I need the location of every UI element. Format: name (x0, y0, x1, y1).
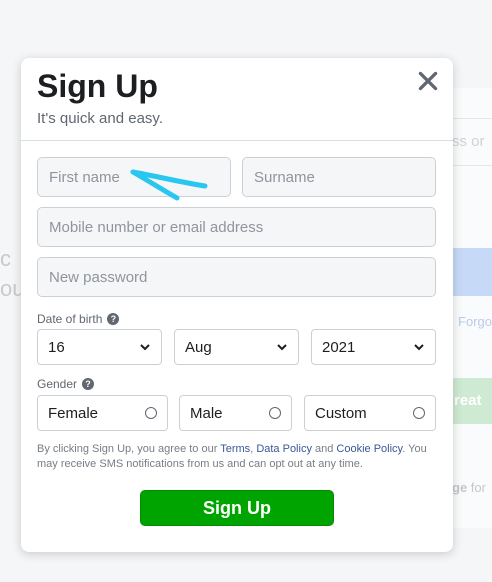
radio-button[interactable] (145, 407, 157, 419)
close-icon[interactable] (415, 68, 441, 94)
modal-header: Sign Up It's quick and easy. (21, 58, 453, 141)
gender-male-label: Male (190, 404, 223, 422)
dob-year-value: 2021 (322, 338, 356, 356)
background-text: c (0, 246, 11, 271)
mobile-email-input[interactable] (37, 207, 436, 247)
dob-month-select[interactable]: Aug (174, 329, 299, 365)
first-name-input[interactable] (37, 157, 231, 197)
signup-button[interactable]: Sign Up (140, 490, 334, 526)
background-page-text: ge for (452, 480, 486, 495)
gender-label-text: Gender (37, 377, 78, 391)
cookie-policy-link[interactable]: Cookie Policy (336, 443, 402, 455)
gender-label: Gender ? (37, 377, 95, 391)
signup-modal: Sign Up It's quick and easy. Date of bir… (21, 58, 453, 552)
gender-male-option[interactable]: Male (179, 395, 292, 431)
background-input: ss or (452, 118, 492, 166)
background-login-button (452, 248, 492, 296)
terms-link[interactable]: Terms (220, 443, 250, 455)
chevron-down-icon (414, 344, 424, 351)
dob-month-value: Aug (185, 338, 212, 356)
gender-custom-label: Custom (315, 404, 367, 422)
background-create-button: reat (452, 378, 492, 424)
modal-title: Sign Up (37, 68, 158, 104)
background-page-text-bold: ge (452, 480, 468, 495)
data-policy-link[interactable]: Data Policy (256, 443, 312, 455)
gender-female-label: Female (48, 404, 99, 422)
radio-button[interactable] (269, 407, 281, 419)
gender-custom-option[interactable]: Custom (304, 395, 436, 431)
terms-text-part: and (311, 443, 337, 455)
radio-button[interactable] (413, 407, 425, 419)
modal-subtitle: It's quick and easy. (37, 110, 163, 127)
dob-day-select[interactable]: 16 (37, 329, 162, 365)
help-icon[interactable]: ? (82, 378, 95, 390)
dob-day-value: 16 (48, 338, 65, 356)
surname-input[interactable] (242, 157, 436, 197)
terms-text-part: By clicking Sign Up, you agree to our (37, 443, 221, 455)
chevron-down-icon (140, 344, 150, 351)
terms-text: By clicking Sign Up, you agree to our Te… (37, 442, 437, 472)
help-icon[interactable]: ? (107, 313, 120, 325)
dob-label-text: Date of birth (37, 312, 103, 326)
background-page-text-rest: for (470, 480, 486, 495)
dob-year-select[interactable]: 2021 (311, 329, 436, 365)
new-password-input[interactable] (37, 257, 436, 297)
dob-label: Date of birth ? (37, 312, 120, 326)
background-forgot-link: Forgo (458, 314, 492, 329)
chevron-down-icon (277, 344, 287, 351)
gender-female-option[interactable]: Female (37, 395, 168, 431)
